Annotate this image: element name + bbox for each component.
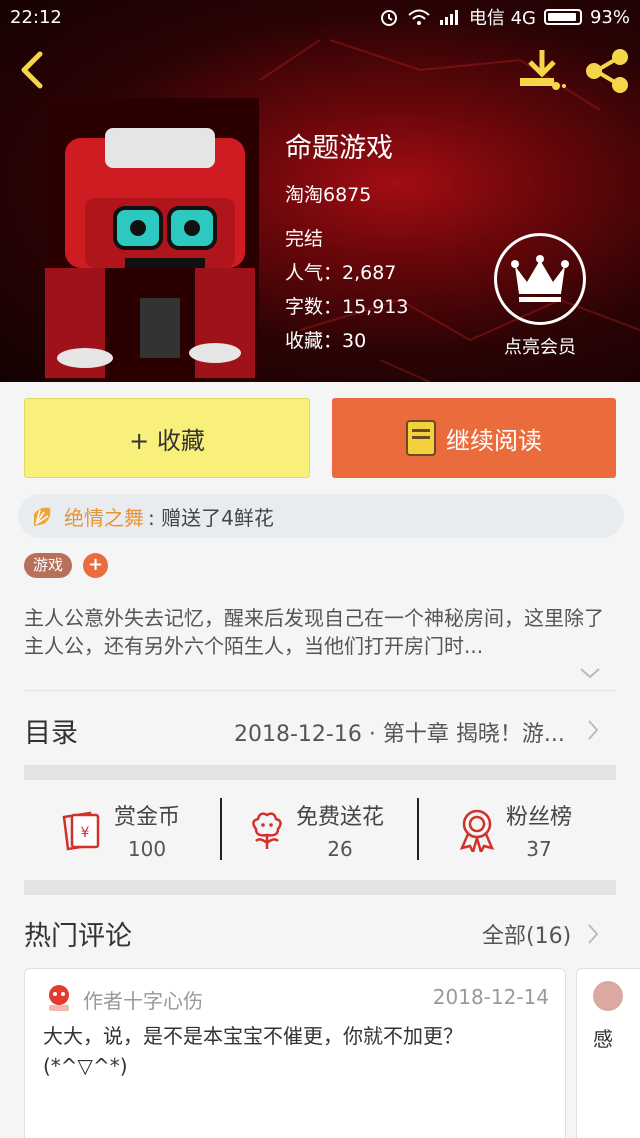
alarm-icon <box>380 10 397 26</box>
vip-label[interactable]: 点亮会员 <box>493 333 587 359</box>
vip-button[interactable] <box>494 233 586 325</box>
reward-coins-label: 赏金币 <box>114 805 181 830</box>
add-tag-button[interactable]: + <box>83 553 108 578</box>
avatar[interactable] <box>43 981 75 1013</box>
divider <box>220 798 222 860</box>
section-separator <box>24 880 616 895</box>
avatar[interactable] <box>593 981 623 1011</box>
book-status: 完结 <box>285 228 324 250</box>
comment-text: 感 <box>593 1027 613 1051</box>
tag-game[interactable]: 游戏 <box>24 553 73 578</box>
free-flower-button[interactable]: 免费送花 26 <box>248 798 384 862</box>
book-title: 命题游戏 <box>285 133 393 164</box>
collect-label: + 收藏 <box>129 426 205 455</box>
toc-label: 目录 <box>24 718 78 749</box>
book-word-count: 字数：15,913 <box>285 296 409 318</box>
wifi-icon <box>408 9 430 25</box>
battery-icon <box>543 9 582 25</box>
coin-icon: ¥ <box>62 811 100 851</box>
book-cover-image[interactable] <box>45 98 259 382</box>
gift-message: : 赠送了4鲜花 <box>148 505 274 530</box>
comment-author[interactable]: 作者十字心伤 <box>83 985 203 1014</box>
fan-ranking-button[interactable]: 粉丝榜 37 <box>458 798 572 862</box>
crown-icon <box>511 255 569 302</box>
continue-reading-button[interactable]: 继续阅读 <box>332 398 616 478</box>
hot-comments-title: 热门评论 <box>24 921 132 952</box>
reward-coins-value: 100 <box>127 837 167 861</box>
book-favorites: 收藏：30 <box>285 330 367 352</box>
fan-ranking-label: 粉丝榜 <box>506 805 573 830</box>
collect-button[interactable]: + 收藏 <box>24 398 310 478</box>
gift-user[interactable]: 绝情之舞 <box>64 502 144 531</box>
svg-text:¥: ¥ <box>81 825 90 841</box>
book-description[interactable]: 主人公意外失去记忆，醒来后发现自己在一个神秘房间，这里除了主人公，还有另外六个陌… <box>24 604 620 660</box>
gift-notice[interactable]: 绝情之舞 : 赠送了4鲜花 <box>18 494 624 538</box>
share-icon[interactable] <box>584 48 630 94</box>
all-comments-label: 全部(16) <box>482 924 572 949</box>
flower-icon <box>252 812 282 849</box>
status-bar: 22:12 电信 4G 93% <box>0 0 640 34</box>
section-separator <box>24 765 616 780</box>
toc-latest-chapter: 2018-12-16 · 第十章 揭晓！游... <box>234 722 565 747</box>
comment-date: 2018-12-14 <box>432 985 549 1009</box>
status-time: 22:12 <box>10 6 62 28</box>
reward-coins-button[interactable]: ¥ 赏金币 100 <box>58 798 180 862</box>
book-icon <box>406 420 436 456</box>
chevron-down-icon[interactable] <box>578 666 602 680</box>
signal-icon <box>439 10 458 25</box>
book-author[interactable]: 淘淘6875 <box>285 180 371 207</box>
comment-text: 大大，说，是不是本宝宝不催更，你就不加更？(*^▽^*) <box>43 1024 463 1078</box>
comment-card[interactable]: 感 <box>576 968 640 1138</box>
free-flower-label: 免费送花 <box>296 805 385 830</box>
back-icon[interactable] <box>14 50 50 90</box>
chevron-right-icon <box>588 720 599 740</box>
download-icon[interactable] <box>518 48 566 92</box>
battery-percent: 93% <box>589 6 630 28</box>
divider <box>24 690 616 691</box>
book-header: 22:12 电信 4G 93% 命题游戏 淘淘6875 完结 人气：2,687 … <box>0 0 640 382</box>
medal-icon <box>459 809 495 852</box>
divider <box>417 798 419 860</box>
fan-ranking-value: 37 <box>526 837 552 861</box>
continue-reading-label: 继续阅读 <box>446 426 542 455</box>
book-popularity: 人气：2,687 <box>285 262 397 284</box>
carrier-label: 电信 4G <box>468 8 536 29</box>
free-flower-value: 26 <box>327 837 353 861</box>
comment-card[interactable]: 作者十字心伤 2018-12-14 大大，说，是不是本宝宝不催更，你就不加更？(… <box>24 968 566 1138</box>
gift-fan-icon <box>34 507 51 526</box>
chevron-right-icon <box>588 924 599 944</box>
